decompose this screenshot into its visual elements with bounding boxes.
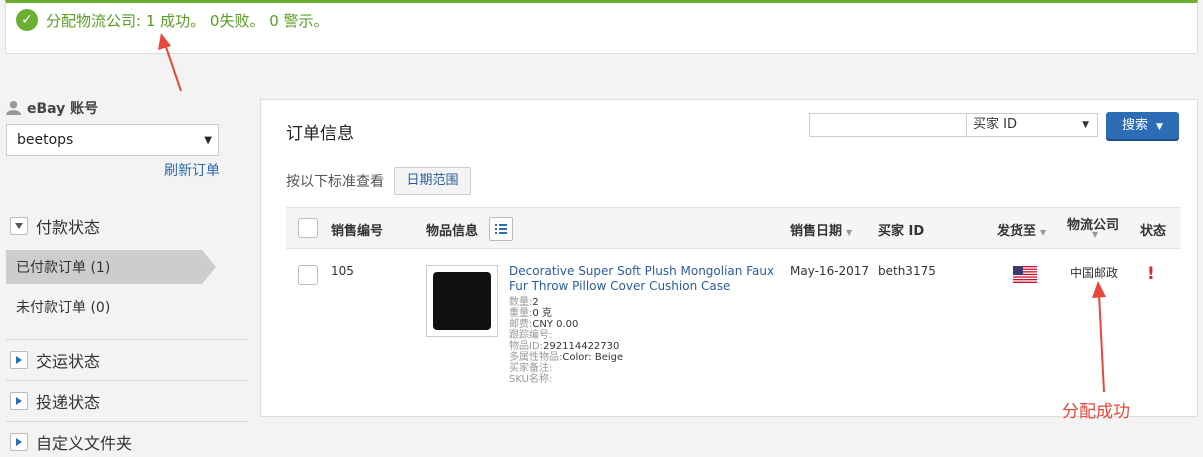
annotation-text: 分配成功: [1062, 402, 1130, 422]
annotation-arrows: [158, 33, 1106, 393]
